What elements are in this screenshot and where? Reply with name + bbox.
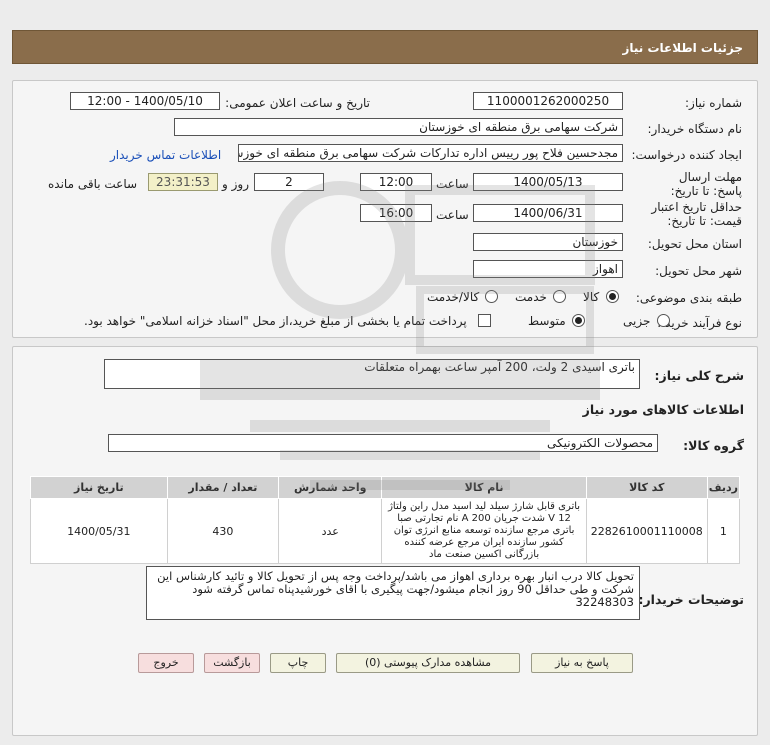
remaining-time-label: ساعت باقی مانده [48,177,138,191]
announce-datetime-field: 1400/05/10 - 12:00 [70,92,220,110]
category-service-radio[interactable] [553,290,566,303]
process-medium-label: متوسط [528,314,566,328]
validity-time-label: ساعت [436,208,469,222]
deadline-label: مهلت ارسال پاسخ: تا تاریخ: [670,170,742,198]
validity-time-field: 16:00 [360,204,432,222]
category-goods-service-label: کالا/خدمت [427,290,480,304]
page-header: جزئیات اطلاعات نیاز [12,30,758,64]
summary-field: باتری اسیدی 2 ولت، 200 آمپر ساعت بهمراه … [104,359,640,389]
need-number-label: شماره نیاز: [685,96,742,110]
remaining-time-field: 23:31:53 [148,173,218,191]
page-title: جزئیات اطلاعات نیاز [622,41,743,55]
print-button[interactable]: چاپ [270,653,326,673]
process-type-label: نوع فرآیند خرید : [657,316,742,330]
goods-group-field: محصولات الکترونیکی [108,434,658,452]
province-field: خوزستان [473,233,623,251]
process-minor-label: جزیی [623,314,651,328]
validity-label: حداقل تاریخ اعتبار قیمت: تا تاریخ: [651,200,742,228]
back-button[interactable]: بازگشت [204,653,260,673]
category-goods-label: کالا [583,290,600,304]
city-label: شهر محل تحویل: [655,264,742,278]
need-number-field: 1100001262000250 [473,92,623,110]
exit-button[interactable]: خروج [138,653,194,673]
validity-date-field: 1400/06/31 [473,204,623,222]
process-minor-radio[interactable] [657,314,670,327]
treasury-payment-note: پرداخت تمام یا بخشی از مبلغ خرید،از محل … [84,314,467,328]
header-name: نام کالا [381,476,587,499]
process-medium-radio[interactable] [572,314,585,327]
goods-table: ردیف کد کالا نام کالا واحد شمارش تعداد /… [30,476,741,564]
deadline-days-field: 2 [254,173,324,191]
category-goods-service-radio[interactable] [485,290,498,303]
buyer-org-label: نام دستگاه خریدار: [647,122,743,136]
treasury-payment-checkbox[interactable] [478,314,491,327]
goods-group-label: گروه کالا: [683,438,744,453]
table-row: 1 2282610001110008 باتری قابل شارژ سیلد … [30,498,741,564]
buyer-notes-field: تحویل کالا درب انبار بهره برداری اهواز م… [146,566,640,620]
cell-row-number: 1 [706,498,741,564]
cell-name: باتری قابل شارژ سیلد لید اسید مدل راین و… [381,498,587,564]
cell-code: 2282610001110008 [585,498,708,564]
header-need-date: تاریخ نیاز [30,476,168,499]
attachments-button[interactable]: مشاهده مدارک پیوستی (0) [336,653,520,673]
announce-datetime-label: تاریخ و ساعت اعلان عمومی: [225,96,370,110]
requester-field: مجدحسین فلاح پور رییس اداره تدارکات شرکت… [238,144,623,162]
cell-need-date: 1400/05/31 [30,498,168,564]
deadline-time-label: ساعت [436,177,469,191]
summary-label: شرح کلی نیاز: [654,368,744,383]
header-quantity: تعداد / مقدار [166,476,280,499]
deadline-date-field: 1400/05/13 [473,173,623,191]
requester-label: ایجاد کننده درخواست: [631,148,742,162]
buyer-org-field: شرکت سهامی برق منطقه ای خوزستان [174,118,623,136]
category-service-label: خدمت [515,290,547,304]
category-label: طبقه بندی موضوعی: [635,291,742,305]
deadline-time-field: 12:00 [360,173,432,191]
buyer-notes-label: توضیحات خریدار: [638,592,744,607]
reply-button[interactable]: پاسخ به نیاز [531,653,633,673]
cell-quantity: 430 [166,498,280,564]
header-unit: واحد شمارش [278,476,383,499]
category-goods-radio[interactable] [606,290,619,303]
header-code: کد کالا [585,476,708,499]
buyer-contact-link[interactable]: اطلاعات تماس خریدار [110,148,221,162]
days-label: روز و [222,177,249,191]
city-field: اهواز [473,260,623,278]
header-row-number: ردیف [706,476,741,499]
province-label: استان محل تحویل: [647,237,742,251]
goods-table-header: ردیف کد کالا نام کالا واحد شمارش تعداد /… [30,476,741,499]
cell-unit: عدد [278,498,383,564]
goods-info-title: اطلاعات کالاهای مورد نیاز [582,402,744,417]
